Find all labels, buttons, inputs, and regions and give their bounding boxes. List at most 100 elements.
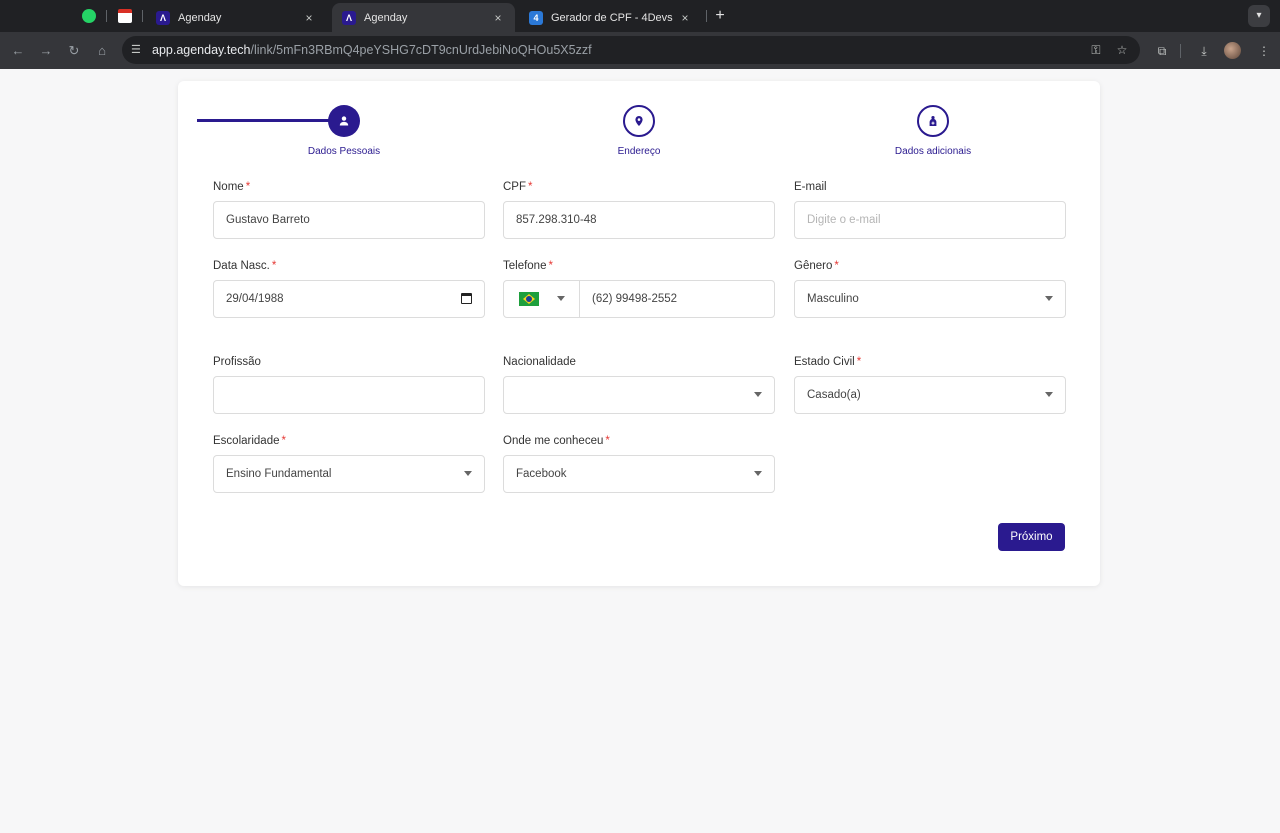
profile-avatar[interactable] <box>1224 42 1241 59</box>
home-icon: ⌂ <box>98 43 106 58</box>
tab-pinned-calendar[interactable] <box>113 6 137 26</box>
nome-input[interactable]: Gustavo Barreto <box>213 201 485 239</box>
step-circle <box>623 105 655 137</box>
next-button[interactable]: Próximo <box>998 523 1065 551</box>
address-bar[interactable]: ☰ app.agenday.tech/link/5mFn3RBmQ4peYSHG… <box>122 36 1140 64</box>
browser-tab-bar: Λ Agenday × Λ Agenday × 4 Gerador de CPF… <box>0 0 1280 32</box>
date-value: 29/04/1988 <box>226 293 284 305</box>
calendar-icon <box>118 9 132 23</box>
chevron-down-icon <box>754 471 762 476</box>
person-plus-icon <box>929 116 937 126</box>
field-label: E-mail <box>794 180 1066 194</box>
field-profissao: Profissão <box>213 355 485 414</box>
field-data-nasc: Data Nasc. * 29/04/1988 <box>213 259 485 318</box>
new-tab-button[interactable]: + <box>710 6 730 26</box>
forward-button[interactable]: → <box>36 41 56 61</box>
required-mark: * <box>605 435 610 447</box>
back-button[interactable]: ← <box>8 41 28 61</box>
download-icon[interactable]: ⤓ <box>1195 42 1213 60</box>
reload-icon: ↻ <box>68 43 80 58</box>
agenday-logo-icon: Λ <box>156 10 170 25</box>
telefone-input[interactable]: (62) 99498-2552 <box>592 281 677 317</box>
tab-title: Agenday <box>364 11 408 24</box>
field-nome: Nome * Gustavo Barreto <box>213 180 485 239</box>
step-label: Endereço <box>617 146 661 157</box>
home-button[interactable]: ⌂ <box>92 41 112 61</box>
calendar-icon[interactable] <box>461 293 472 304</box>
estado-civil-select[interactable]: Casado(a) <box>794 376 1066 414</box>
label-text: E-mail <box>794 181 827 193</box>
field-escolaridade: Escolaridade * Ensino Fundamental <box>213 434 485 493</box>
bookmark-star-icon[interactable]: ☆ <box>1114 42 1130 58</box>
step-dados-adicionais[interactable]: Dados adicionais <box>873 105 993 157</box>
required-mark: * <box>856 356 862 368</box>
url-text[interactable]: app.agenday.tech/link/5mFn3RBmQ4peYSHG7c… <box>152 36 592 64</box>
select-value: Ensino Fundamental <box>226 468 332 480</box>
data-nasc-input[interactable]: 29/04/1988 <box>213 280 485 318</box>
label-text: Nome <box>213 181 244 193</box>
chevron-down-icon <box>1045 392 1053 397</box>
required-mark: * <box>834 260 839 272</box>
password-key-icon[interactable]: ⚿ <box>1088 42 1104 58</box>
nacionalidade-select[interactable] <box>503 376 775 414</box>
country-code-select[interactable] <box>504 281 580 317</box>
whatsapp-icon <box>82 9 96 23</box>
brazil-flag-icon <box>519 292 539 306</box>
extensions-icon[interactable]: ⧉ <box>1153 42 1171 60</box>
cpf-input[interactable]: 857.298.310-48 <box>503 201 775 239</box>
tab-separator <box>106 10 107 22</box>
url-domain: app.agenday.tech <box>152 43 251 57</box>
chevron-down-icon <box>1045 296 1053 301</box>
escolaridade-select[interactable]: Ensino Fundamental <box>213 455 485 493</box>
label-text: CPF <box>503 181 526 193</box>
step-label: Dados adicionais <box>894 146 972 157</box>
close-icon[interactable]: × <box>302 11 316 25</box>
tab-search-button[interactable]: ▾ <box>1248 5 1270 27</box>
field-estado-civil: Estado Civil * Casado(a) <box>794 355 1066 414</box>
field-label: Estado Civil * <box>794 355 1066 369</box>
field-label: Telefone * <box>503 259 775 273</box>
reload-button[interactable]: ↻ <box>64 41 84 61</box>
chevron-down-icon <box>464 471 472 476</box>
more-vert-icon[interactable]: ⋮ <box>1255 42 1273 60</box>
profissao-input[interactable] <box>213 376 485 414</box>
step-circle <box>917 105 949 137</box>
browser-toolbar: ← → ↻ ⌂ ☰ app.agenday.tech/link/5mFn3RBm… <box>0 32 1280 69</box>
tab-agenday-1[interactable]: Λ Agenday × <box>146 3 326 32</box>
4devs-logo-icon: 4 <box>529 10 543 25</box>
arrow-left-icon: ← <box>11 43 25 58</box>
field-label: Profissão <box>213 355 485 369</box>
email-input[interactable]: Digite o e-mail <box>794 201 1066 239</box>
field-onde-conheceu: Onde me conheceu * Facebook <box>503 434 775 493</box>
agenday-logo-icon: Λ <box>342 10 356 25</box>
label-text: Telefone <box>503 260 547 272</box>
required-mark: * <box>281 435 286 447</box>
chevron-down-icon: ▾ <box>1256 10 1262 21</box>
tab-title: Agenday <box>178 11 222 24</box>
label-text: Estado Civil <box>794 356 855 368</box>
field-telefone: Telefone * (62) 99498-2552 <box>503 259 775 318</box>
step-dados-pessoais[interactable]: Dados Pessoais <box>284 105 404 157</box>
field-label: Onde me conheceu * <box>503 434 775 448</box>
tab-agenday-2[interactable]: Λ Agenday × <box>332 3 515 32</box>
form-card: Dados Pessoais Endereço Dados adicionais… <box>178 81 1100 586</box>
tab-gerador-cpf[interactable]: 4 Gerador de CPF - 4Devs × <box>519 3 702 32</box>
chevron-down-icon <box>557 296 565 301</box>
genero-select[interactable]: Masculino <box>794 280 1066 318</box>
step-endereco[interactable]: Endereço <box>579 105 699 157</box>
field-genero: Gênero * Masculino <box>794 259 1066 318</box>
tab-pinned-whatsapp[interactable] <box>77 6 101 26</box>
onde-conheceu-select[interactable]: Facebook <box>503 455 775 493</box>
label-text: Gênero <box>794 260 833 272</box>
site-settings-icon[interactable]: ☰ <box>131 43 145 57</box>
field-cpf: CPF * 857.298.310-48 <box>503 180 775 239</box>
field-label: Nome * <box>213 180 485 194</box>
telefone-input-group: (62) 99498-2552 <box>503 280 775 318</box>
close-icon[interactable]: × <box>678 11 692 25</box>
chevron-down-icon <box>754 392 762 397</box>
close-icon[interactable]: × <box>491 11 505 25</box>
field-email: E-mail Digite o e-mail <box>794 180 1066 239</box>
required-mark: * <box>528 181 533 193</box>
label-text: Escolaridade <box>213 435 280 447</box>
url-path: /link/5mFn3RBmQ4peYSHG7cDT9cnUrdJebiNoQH… <box>250 43 592 57</box>
